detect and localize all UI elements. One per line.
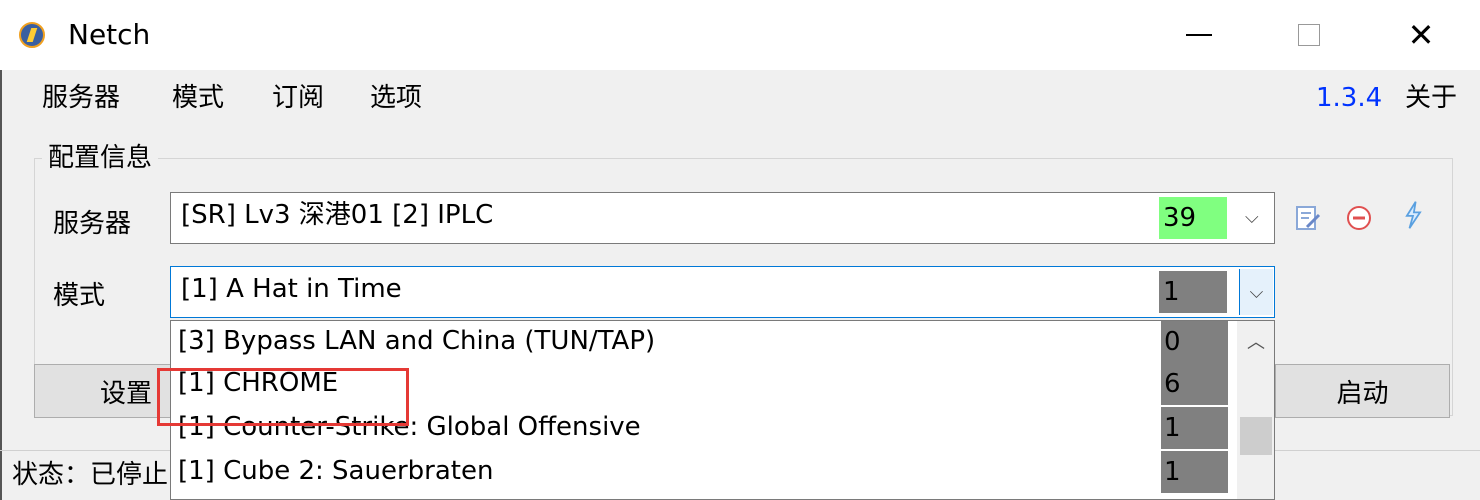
chevron-down-icon[interactable]: ⌵ bbox=[1239, 269, 1273, 315]
server-latency-badge: 39 bbox=[1159, 197, 1227, 239]
netch-logo-icon bbox=[19, 22, 45, 48]
minimize-button[interactable] bbox=[1174, 14, 1224, 56]
start-button-label: 启动 bbox=[1336, 378, 1389, 409]
list-item-label: [1] Cube 2: Sauerbraten bbox=[178, 456, 494, 486]
list-item[interactable]: [1] Cube 2: Sauerbraten 1 bbox=[171, 451, 1237, 493]
close-button[interactable]: ✕ bbox=[1396, 14, 1446, 56]
settings-button[interactable]: 设置 bbox=[34, 364, 174, 418]
scrollbar-thumb[interactable] bbox=[1240, 417, 1272, 455]
status-text: 状态：已停止 bbox=[12, 460, 169, 490]
list-item-count: 1 bbox=[1161, 451, 1228, 493]
window-title: Netch bbox=[68, 18, 151, 51]
menu-options[interactable]: 选项 bbox=[370, 82, 422, 114]
mode-combobox[interactable]: [1] A Hat in Time 1 ⌵ bbox=[170, 266, 1275, 318]
list-item-label: [3] Bypass LAN and China (TUN/TAP) bbox=[178, 326, 656, 356]
close-icon: ✕ bbox=[1407, 16, 1435, 54]
server-selected-value: [SR] Lv3 深港01 [2] IPLC bbox=[181, 200, 494, 230]
menu-about[interactable]: 关于 bbox=[1405, 82, 1457, 114]
edit-icon[interactable] bbox=[1293, 203, 1323, 233]
maximize-icon bbox=[1298, 24, 1320, 46]
list-item-count: 6 bbox=[1161, 363, 1228, 405]
menu-servers[interactable]: 服务器 bbox=[42, 82, 120, 114]
menu-mode[interactable]: 模式 bbox=[172, 82, 224, 114]
maximize-button[interactable] bbox=[1284, 14, 1334, 56]
mode-label: 模式 bbox=[53, 281, 106, 311]
chevron-up-icon[interactable]: ︿ bbox=[1237, 321, 1274, 361]
remove-icon[interactable] bbox=[1344, 203, 1374, 233]
list-item-count: 1 bbox=[1161, 407, 1228, 449]
highlight-box bbox=[157, 368, 409, 426]
version-link[interactable]: 1.3.4 bbox=[1316, 82, 1382, 114]
menu-subscription[interactable]: 订阅 bbox=[272, 82, 324, 114]
list-item[interactable]: [3] Bypass LAN and China (TUN/TAP) 0 bbox=[171, 321, 1237, 363]
title-bar: Netch ✕ bbox=[0, 0, 1480, 70]
mode-count-badge: 1 bbox=[1159, 271, 1227, 313]
chevron-down-icon: ⌵ bbox=[1245, 207, 1259, 228]
config-group-title: 配置信息 bbox=[42, 142, 159, 174]
menu-bar: 服务器 模式 订阅 选项 1.3.4 关于 bbox=[0, 70, 1480, 126]
server-label: 服务器 bbox=[53, 209, 132, 239]
minimize-icon bbox=[1186, 34, 1212, 36]
speedtest-lightning-icon[interactable] bbox=[1398, 200, 1428, 230]
mode-selected-value: [1] A Hat in Time bbox=[181, 274, 402, 304]
settings-button-label: 设置 bbox=[99, 378, 152, 409]
start-button[interactable]: 启动 bbox=[1275, 364, 1450, 418]
dropdown-scrollbar[interactable]: ︿ bbox=[1237, 321, 1274, 499]
list-item-count: 0 bbox=[1161, 321, 1228, 363]
window-left-border bbox=[0, 70, 2, 500]
client-area: 服务器 模式 订阅 选项 1.3.4 关于 配置信息 服务器 [SR] Lv3 … bbox=[0, 70, 1480, 500]
server-combobox[interactable]: [SR] Lv3 深港01 [2] IPLC 39 ⌵ bbox=[170, 192, 1275, 244]
